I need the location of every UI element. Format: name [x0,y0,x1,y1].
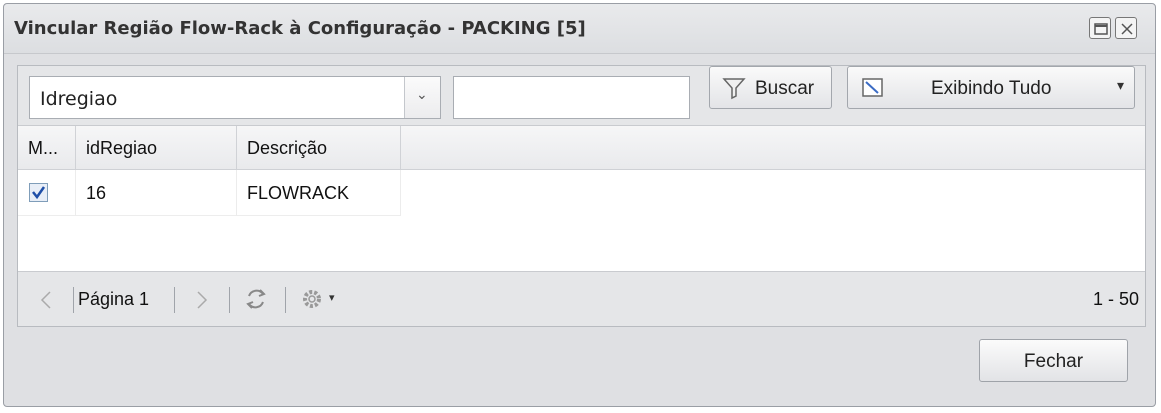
close-window-button[interactable] [1115,17,1137,39]
next-page-icon[interactable] [196,291,208,309]
page-indicator: Página 1 [78,289,150,309]
close-button-label: Fechar [1023,351,1084,372]
cell-descricao: FLOWRACK [237,170,401,216]
checkbox-cell [18,170,76,216]
checkmark-icon [32,186,46,200]
refresh-icon[interactable] [242,285,270,313]
gear-dropdown-arrow-icon[interactable]: ▾ [329,291,335,304]
chevron-down-icon: ⌄ [416,87,428,103]
column-header-label: Descrição [247,138,328,158]
dialog-window: Vincular Região Flow-Rack à Configuração… [3,3,1156,407]
filter-button-label: Exibindo Tudo [931,78,1052,99]
search-toolbar: Idregiao ⌄ Buscar Exibindo Tudo ▾ [18,66,1145,126]
row-checkbox[interactable] [29,183,48,202]
separator [285,287,286,313]
field-selector-value: Idregiao [40,88,118,110]
dropdown-arrow-icon: ▾ [1116,78,1124,94]
maximize-icon [1094,23,1108,35]
table-row[interactable]: 16 FLOWRACK [18,170,401,216]
filter-dropdown-button[interactable]: Exibindo Tudo ▾ [847,66,1135,109]
grid-filter-icon [862,78,883,97]
previous-page-icon[interactable] [40,291,52,309]
separator [73,287,74,313]
gear-icon[interactable] [299,285,327,313]
separator [229,287,230,313]
cell-idregiao: 16 [76,170,237,216]
title-bar[interactable]: Vincular Região Flow-Rack à Configuração… [4,4,1155,54]
column-header-mark[interactable]: M... [18,126,76,169]
search-input[interactable] [453,76,690,119]
filter-icon [722,78,746,100]
cell-idregiao-value: 16 [86,183,107,203]
range-indicator: 1 - 50 [1092,289,1139,309]
paging-toolbar: Página 1 ▾ 1 - 50 [18,271,1145,326]
window-title: Vincular Região Flow-Rack à Configuração… [14,18,586,39]
search-button-label: Buscar [755,78,815,99]
column-header-descricao[interactable]: Descrição [237,126,401,169]
field-selector-trigger[interactable]: ⌄ [404,77,440,118]
column-header-label: idRegiao [86,138,158,158]
close-button[interactable]: Fechar [979,339,1128,382]
grid-header: M... idRegiao Descrição [18,126,1145,170]
grid-panel: Idregiao ⌄ Buscar Exibindo Tudo ▾ M... i… [17,65,1146,327]
maximize-button[interactable] [1089,17,1111,39]
search-button[interactable]: Buscar [709,66,832,109]
column-header-label: M... [28,138,58,158]
cell-descricao-value: FLOWRACK [247,183,350,203]
close-icon [1121,23,1133,35]
field-selector[interactable]: Idregiao ⌄ [29,76,441,119]
column-header-idregiao[interactable]: idRegiao [76,126,237,169]
separator [174,287,175,313]
